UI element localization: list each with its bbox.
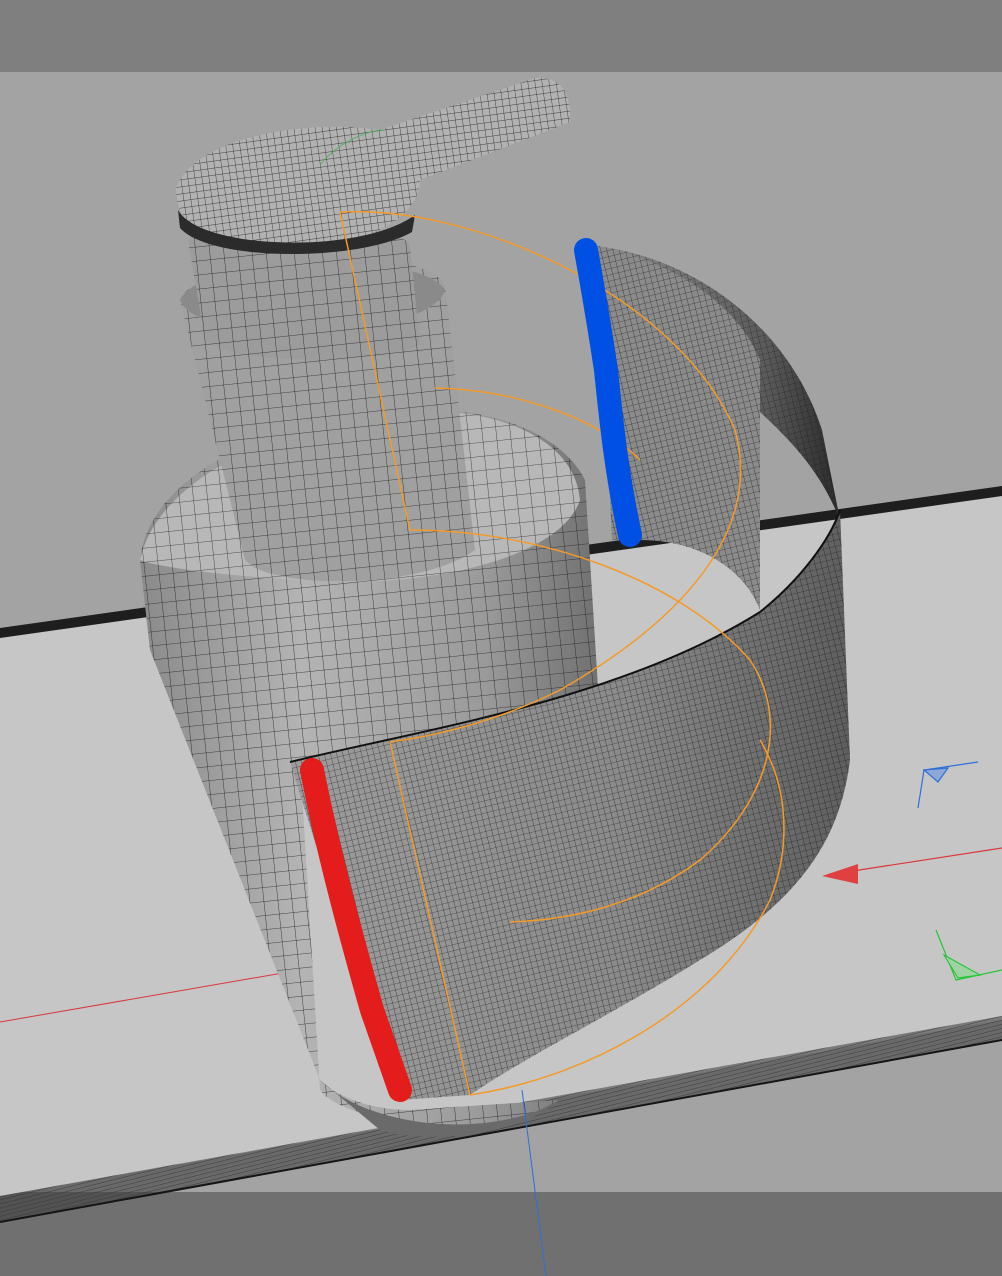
3d-viewport[interactable] bbox=[0, 0, 1002, 1276]
background-bottom-band bbox=[0, 1192, 1002, 1276]
viewport-canvas[interactable] bbox=[0, 0, 1002, 1276]
background-top-band bbox=[0, 0, 1002, 72]
